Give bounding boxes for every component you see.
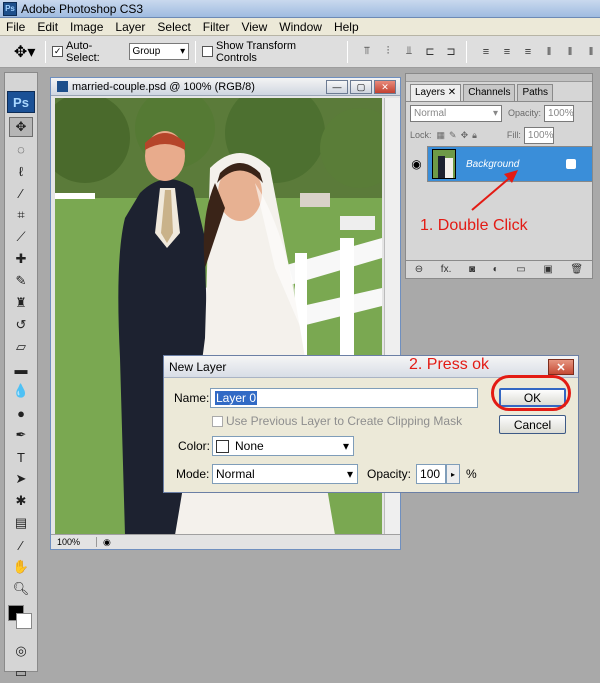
name-input-value: Layer 0: [214, 391, 259, 405]
dialog-close-button[interactable]: ✕: [548, 359, 574, 375]
ok-highlight-ring: [491, 375, 571, 411]
chevron-down-icon: ▾: [342, 439, 349, 453]
annotation-overlay: [471, 170, 518, 211]
opacity-label: Opacity:: [367, 467, 412, 481]
opacity-arrow-icon[interactable]: ▸: [446, 464, 461, 484]
mode-dropdown[interactable]: Normal ▾: [212, 464, 358, 484]
mode-value: Normal: [216, 467, 255, 481]
opacity-input[interactable]: 100: [416, 464, 447, 484]
clip-row: Use Previous Layer to Create Clipping Ma…: [212, 414, 462, 428]
clipping-mask-checkbox[interactable]: [212, 415, 223, 427]
color-row: Color: None ▾: [178, 436, 354, 456]
clip-label: Use Previous Layer to Create Clipping Ma…: [226, 414, 463, 428]
name-input[interactable]: Layer 0: [210, 388, 478, 408]
mode-row: Mode: Normal ▾ Opacity: 100 ▸ %: [176, 464, 477, 484]
dialog-title: New Layer: [169, 359, 227, 374]
name-value-text: Layer 0: [215, 391, 258, 405]
annotation-step2: 2. Press ok: [409, 356, 490, 373]
color-dropdown-content: None: [216, 439, 264, 453]
chevron-down-icon: ▾: [346, 467, 353, 481]
annotation-step1: 1. Double Click: [420, 217, 528, 234]
percent-label: %: [466, 467, 477, 481]
color-dropdown[interactable]: None ▾: [212, 436, 354, 456]
color-label: Color:: [178, 439, 211, 453]
name-row: Name: Layer 0: [174, 388, 478, 408]
color-swatch-none: [216, 439, 229, 453]
color-value: None: [235, 439, 264, 453]
cancel-button[interactable]: Cancel: [499, 415, 566, 434]
mode-label: Mode:: [176, 467, 210, 481]
name-label: Name:: [174, 391, 210, 405]
